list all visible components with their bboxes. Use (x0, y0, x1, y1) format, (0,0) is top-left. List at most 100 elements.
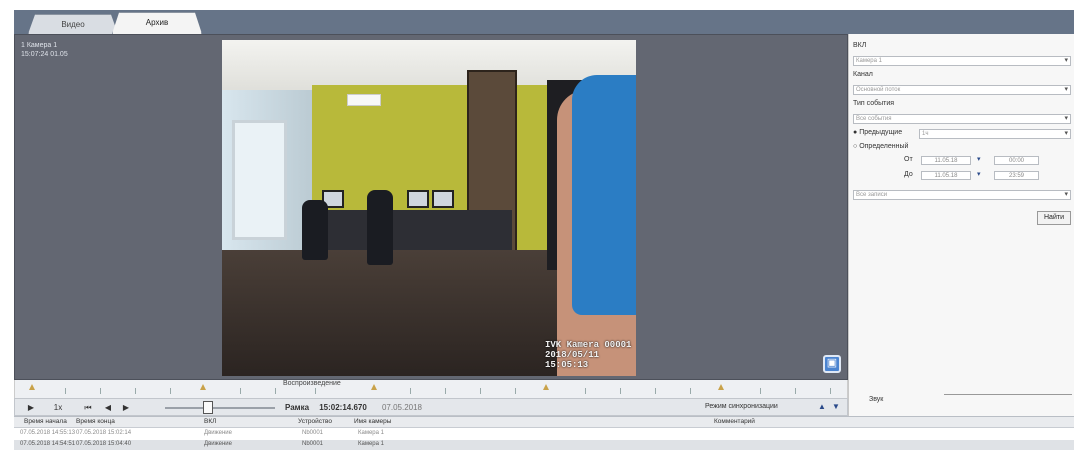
column-header[interactable]: Комментарий (714, 418, 755, 425)
timeline-tick (655, 388, 656, 394)
cell-end: 07.05.2018 15:04:40 (76, 441, 132, 447)
to-date-field[interactable]: 11.05.18 (921, 171, 971, 180)
cell-start: 07.05.2018 14:55:13 (20, 430, 76, 436)
timeline-tick (515, 388, 516, 394)
event-type-label: Тип события (853, 100, 895, 107)
vkl-label: ВКЛ (853, 42, 867, 49)
channel-select[interactable]: Основной поток (853, 85, 1071, 95)
video-frame: IVK Kamera 00001 2018/05/11 15:05:13 (222, 40, 636, 376)
camera-label-time: 15:07:24 01.05 (21, 51, 68, 58)
time-value: 15:02:14.670 (319, 403, 367, 412)
cell-device: Nb0001 (302, 430, 324, 436)
from-label: От (904, 156, 913, 163)
timeline-tick (315, 388, 316, 394)
cell-start: 07.05.2018 14:54:51 (20, 441, 76, 447)
camera-label: 1 Камера 1 15:07:24 01.05 (21, 41, 68, 59)
speed-button[interactable]: 1x (49, 402, 67, 413)
timeline-marker[interactable] (718, 384, 725, 394)
timeline-tick (240, 388, 241, 394)
playback-slider-track[interactable] (165, 407, 275, 409)
radio-specific[interactable]: ○ Определенный (853, 143, 908, 150)
save-frame-icon[interactable]: ▣ (823, 355, 841, 373)
from-date-field[interactable]: 11.05.18 (921, 156, 971, 165)
timeline-tick (830, 388, 831, 394)
play-icon[interactable]: ▶ (25, 402, 37, 413)
video-pane[interactable]: 1 Камера 1 15:07:24 01.05 IVK Kamera 000… (14, 34, 848, 380)
from-time-field[interactable]: 00:00 (994, 156, 1039, 165)
to-label: До (904, 171, 913, 178)
column-header[interactable]: Время конца (76, 418, 115, 425)
table-header: Время начала Время конца ВКЛ Устройство … (14, 417, 1074, 428)
tab-archive[interactable]: Архив (112, 12, 202, 34)
cell-device: Nb0001 (302, 441, 324, 447)
timeline-label: Воспроизведение (283, 380, 341, 387)
timeline-tick (170, 388, 171, 394)
table-row[interactable]: 07.05.2018 14:54:51 07.05.2018 15:04:40 … (14, 440, 1074, 450)
camera-select[interactable]: Камера 1 (853, 56, 1071, 66)
step-back-icon[interactable]: ◀ (101, 402, 115, 413)
find-button[interactable]: Найти (1037, 211, 1071, 225)
records-select[interactable]: Все записи (853, 190, 1071, 200)
cell-end: 07.05.2018 15:02:14 (76, 430, 132, 436)
scene-chair (367, 190, 393, 265)
scene-chair (302, 200, 328, 260)
radio-previous-label: Предыдущие (859, 129, 903, 136)
step-forward-icon[interactable]: ▶ (119, 402, 133, 413)
chevron-down-icon[interactable]: ▼ (831, 402, 841, 413)
date-value: 07.05.2018 (381, 403, 423, 412)
timeline-tick (445, 388, 446, 394)
camera-label-name: 1 Камера 1 (21, 42, 58, 49)
timeline-tick (760, 388, 761, 394)
timeline-tick (795, 388, 796, 394)
volume-label: Звук (869, 396, 884, 403)
scene-air-conditioner (347, 94, 381, 106)
to-time-field[interactable]: 23:59 (994, 171, 1039, 180)
timeline-tick (135, 388, 136, 394)
osd-timestamp: 2018/05/11 15:05:13 (545, 350, 600, 370)
timeline-marker[interactable] (543, 384, 550, 394)
timeline-tick (620, 388, 621, 394)
timeline-tick (585, 388, 586, 394)
previous-period-select[interactable]: 1ч (919, 129, 1071, 139)
events-table: Время начала Время конца ВКЛ Устройство … (14, 416, 1074, 473)
scene-window (232, 120, 287, 240)
column-header[interactable]: Имя камеры (354, 418, 391, 425)
tab-video[interactable]: Видео (28, 14, 118, 34)
chevron-up-icon[interactable]: ▲ (817, 402, 827, 413)
event-type-select[interactable]: Все события (853, 114, 1071, 124)
tab-bar: Видео Архив (0, 0, 1074, 34)
table-row[interactable]: 07.05.2018 14:55:13 07.05.2018 15:02:14 … (14, 429, 1074, 439)
scene-monitor (432, 190, 454, 208)
timeline-marker[interactable] (29, 384, 36, 394)
timeline-tick (275, 388, 276, 394)
column-header[interactable]: ВКЛ (204, 418, 216, 425)
scene-person-shirt (572, 75, 636, 315)
cell-vkl: Движение (204, 441, 232, 447)
timeline-tick (65, 388, 66, 394)
search-panel: ВКЛ Камера 1 Канал Основной поток Тип со… (848, 34, 1074, 416)
playback-slider-thumb[interactable] (203, 401, 213, 414)
radio-previous[interactable]: ● Предыдущие (853, 129, 902, 136)
timeline-tick (480, 388, 481, 394)
cell-vkl: Движение (204, 430, 232, 436)
column-header[interactable]: Время начала (24, 418, 67, 425)
timeline-tick (100, 388, 101, 394)
video-osd: IVK Kamera 00001 2018/05/11 15:05:13 (545, 340, 636, 370)
timeline[interactable]: Воспроизведение (14, 380, 848, 398)
scene-monitor (407, 190, 429, 208)
calendar-icon[interactable]: ▾ (977, 170, 981, 178)
app-window: Видео Архив 1 Камера 1 15:07:24 01.05 IV… (0, 0, 1074, 473)
volume-slider[interactable] (944, 394, 1072, 395)
skip-back-icon[interactable]: ⏮ (81, 402, 95, 413)
timeline-tick (410, 388, 411, 394)
sync-mode-button[interactable]: Режим синхронизации (705, 403, 778, 410)
cell-camera: Камера 1 (358, 430, 384, 436)
timeline-marker[interactable] (371, 384, 378, 394)
playback-controls: ▶ 1x ⏮ ◀ ▶ Рамка 15:02:14.670 07.05.2018… (14, 398, 848, 416)
cell-camera: Камера 1 (358, 441, 384, 447)
channel-label: Канал (853, 71, 873, 78)
timeline-marker[interactable] (200, 384, 207, 394)
column-header[interactable]: Устройство (298, 418, 332, 425)
timeline-tick (690, 388, 691, 394)
calendar-icon[interactable]: ▾ (977, 155, 981, 163)
